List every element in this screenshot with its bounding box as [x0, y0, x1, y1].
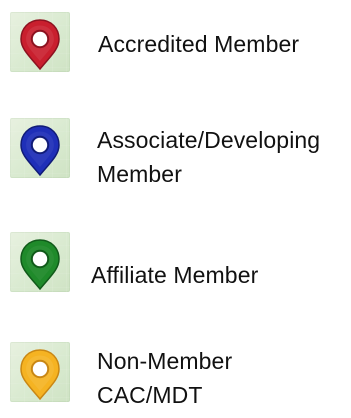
- legend-label: Affiliate Member: [91, 262, 259, 288]
- legend-label: Associate/Developing Member: [97, 126, 320, 188]
- pin-tile: [10, 342, 70, 402]
- legend-label: Accredited Member: [98, 31, 300, 57]
- map-pin-icon: [20, 349, 60, 401]
- legend-label-line: CAC/MDT: [97, 382, 203, 408]
- map-pin-icon: [20, 125, 60, 177]
- map-pin-icon: [20, 239, 60, 291]
- legend-label-line: Non-Member: [97, 348, 233, 374]
- pin-tile: [10, 232, 70, 292]
- legend-label-line: Associate/Developing: [97, 127, 321, 153]
- pin-tile: [10, 118, 70, 178]
- legend-label-line: Member: [97, 161, 182, 187]
- legend-label: Non-Member CAC/MDT: [97, 347, 232, 409]
- pin-tile: [10, 12, 70, 72]
- map-pin-icon: [20, 19, 60, 71]
